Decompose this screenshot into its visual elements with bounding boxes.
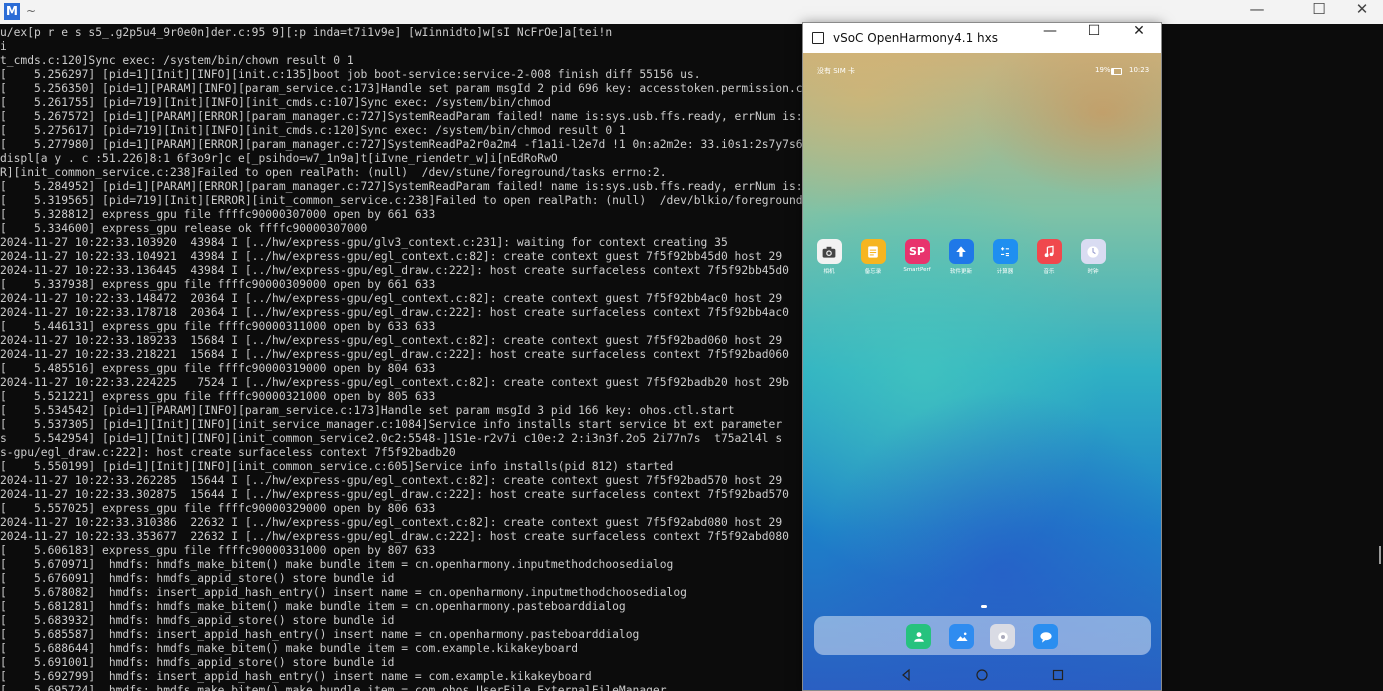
gallery-icon[interactable] xyxy=(949,624,974,649)
status-time: 10:23 xyxy=(1129,66,1150,74)
music-icon xyxy=(1036,239,1062,264)
app-label: 相机 xyxy=(823,269,835,275)
terminal-app-icon: M xyxy=(4,3,20,20)
messages-icon[interactable] xyxy=(1033,624,1058,649)
emulator-maximize-button[interactable]: ☐ xyxy=(1071,23,1117,53)
terminal-title: ~ xyxy=(26,4,37,18)
app-label: 音乐 xyxy=(1043,269,1055,275)
terminal-close-button[interactable]: ✕ xyxy=(1339,0,1383,24)
app-label: 软件更新 xyxy=(949,269,972,275)
page-indicator xyxy=(981,605,987,608)
clock-icon xyxy=(1080,239,1106,264)
emulator-title: vSoC OpenHarmony4.1 hxs xyxy=(833,31,998,45)
emulator-app-icon xyxy=(812,32,824,44)
emulator-titlebar[interactable]: vSoC OpenHarmony4.1 hxs — ☐ ✕ xyxy=(803,23,1161,53)
smartperf-icon: SP xyxy=(904,239,930,264)
app-label: 计算器 xyxy=(996,269,1014,275)
app-smartperf[interactable]: SP SmartPerf xyxy=(899,239,935,273)
app-label: 时钟 xyxy=(1087,269,1099,275)
update-icon xyxy=(948,239,974,264)
app-clock[interactable]: 时钟 xyxy=(1075,239,1111,275)
terminal-output[interactable]: u/ex[p r e s s5_.g2p5u4_9r0e0n]der.c:95 … xyxy=(0,24,1383,691)
app-music[interactable]: 音乐 xyxy=(1031,239,1067,275)
app-camera[interactable]: 相机 xyxy=(811,239,847,275)
camera-icon xyxy=(816,239,842,264)
carrier-status: 没有 SIM 卡 xyxy=(817,67,855,75)
dock xyxy=(814,616,1151,655)
emulator-minimize-button[interactable]: — xyxy=(1027,23,1073,53)
app-calculator[interactable]: 计算器 xyxy=(987,239,1023,275)
app-update[interactable]: 软件更新 xyxy=(943,239,979,275)
settings-icon[interactable] xyxy=(990,624,1015,649)
terminal-maximize-button[interactable]: ☐ xyxy=(1296,0,1342,24)
back-icon[interactable] xyxy=(899,668,913,682)
app-notes[interactable]: 备忘录 xyxy=(855,239,891,275)
phone-home-screen[interactable]: 没有 SIM 卡 19% 10:23 相机 备忘录 SP SmartPerf 软件更新 计… xyxy=(803,53,1161,690)
contacts-icon[interactable] xyxy=(906,624,931,649)
app-label: SmartPerf xyxy=(903,267,931,273)
emulator-close-button[interactable]: ✕ xyxy=(1116,23,1162,53)
terminal-titlebar: M ~ — ☐ ✕ xyxy=(0,0,1383,24)
recents-icon[interactable] xyxy=(1051,668,1065,682)
calculator-icon xyxy=(992,239,1018,264)
app-label: 备忘录 xyxy=(864,269,882,275)
battery-percent: 19% xyxy=(1095,66,1111,74)
home-icon[interactable] xyxy=(975,668,989,682)
battery-icon xyxy=(1111,68,1122,75)
terminal-scrollbar[interactable] xyxy=(1379,546,1381,564)
terminal-minimize-button[interactable]: — xyxy=(1234,0,1280,24)
navigation-bar xyxy=(803,660,1161,690)
notes-icon xyxy=(860,239,886,264)
emulator-window: vSoC OpenHarmony4.1 hxs — ☐ ✕ 没有 SIM 卡 1… xyxy=(802,22,1162,691)
